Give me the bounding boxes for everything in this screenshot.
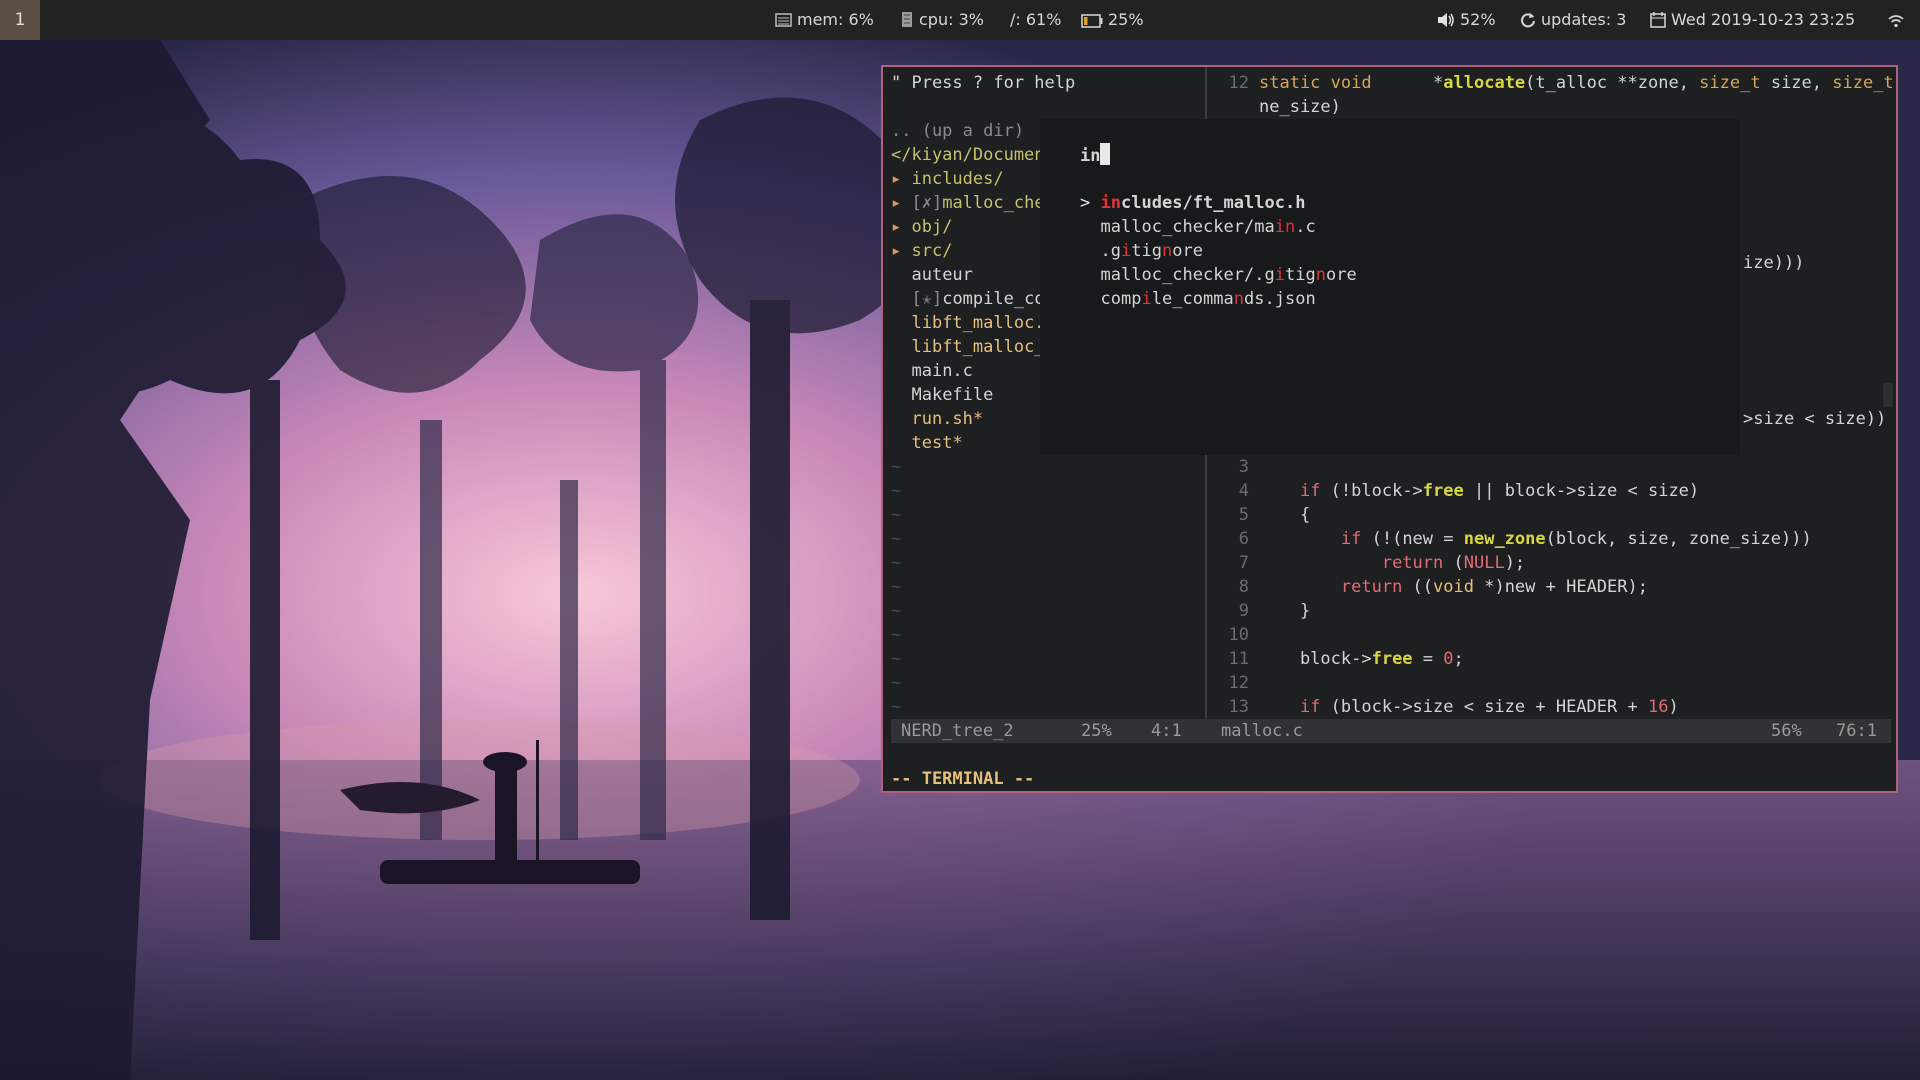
code-line-12: 12 [1228,673,1249,693]
cpu-indicator: cpu: 3% [900,0,984,40]
status-tree-percent: 25% [1081,721,1112,741]
text-cursor [1100,143,1111,165]
fzf-result-item[interactable]: compile_commands.json [1080,287,1315,311]
memory-label: mem: 6% [797,10,874,29]
cpu-label: cpu: 3% [919,10,984,29]
empty-line-marker: ~ [891,457,902,477]
refresh-icon [1521,13,1535,28]
memory-indicator: mem: 6% [775,0,874,40]
disk-indicator: /: 61% [1010,0,1061,40]
updates-indicator[interactable]: updates: 3 [1520,0,1626,40]
calendar-icon [1650,12,1666,28]
empty-line-marker: ~ [891,553,902,573]
code-line-12: 12 static void *allocate(t_alloc **zone, … [1228,73,1893,93]
volume-icon [1438,13,1454,27]
volume-label: 52% [1460,10,1496,29]
battery-label: 25% [1108,10,1144,29]
fzf-result-item[interactable]: .gitignore [1080,239,1203,263]
fzf-result-item[interactable]: malloc_checker/main.c [1080,215,1315,239]
status-tree-position: 4:1 [1151,721,1182,741]
code-line-11: 11 block->free = 0; [1228,649,1464,669]
code-line-13: 13 if (block->size < size + HEADER + 16) [1228,697,1679,717]
mode-indicator: -- TERMINAL -- [891,769,1035,789]
code-line-10: 10 [1228,625,1249,645]
updates-label: updates: 3 [1541,10,1627,29]
wifi-indicator[interactable] [1888,0,1909,40]
workspace-button[interactable]: 1 [0,0,40,40]
cpu-icon [902,12,912,27]
status-bar: 1 mem: 6% cpu: 3% /: 61% 25% 52% updates… [0,0,1920,40]
clock[interactable]: Wed 2019-10-23 23:25 [1650,0,1855,40]
empty-line-marker: ~ [891,625,902,645]
empty-line-marker: ~ [891,673,902,693]
cursor-line-highlight [1883,383,1893,407]
tree-help-text: " Press ? for help [891,73,1076,93]
empty-line-marker: ~ [891,697,902,717]
terminal-window[interactable]: " Press ? for help .. (up a dir) </kiyan… [881,65,1898,793]
code-line-9: 9 } [1238,601,1311,621]
empty-line-marker: ~ [891,481,902,501]
empty-line-marker: ~ [891,649,902,669]
code-line-12-wrap: ne_size) [1259,97,1341,117]
status-file-name: malloc.c [1221,721,1303,741]
empty-line-marker: ~ [891,505,902,525]
code-line-5: 5 { [1238,505,1311,525]
battery-indicator: 25% [1081,0,1144,40]
fzf-result-item[interactable]: malloc_checker/.gitignore [1080,263,1356,287]
datetime-label: Wed 2019-10-23 23:25 [1671,10,1856,29]
fzf-prompt[interactable]: in [1080,143,1111,167]
code-fragment-b: >size < size)) [1743,409,1887,429]
code-line-7: 7 return (NULL); [1238,553,1526,573]
code-line-8: 8 return ((void *)new + HEADER); [1238,577,1648,597]
volume-indicator[interactable]: 52% [1437,0,1496,40]
empty-line-marker: ~ [891,601,902,621]
fzf-popup[interactable]: in > includes/ft_malloc.h malloc_checker… [1040,119,1740,455]
code-line-3: 3 [1238,457,1249,477]
status-file-percent: 56% [1771,721,1802,741]
status-tree-name: NERD_tree_2 [901,721,1014,741]
code-fragment-a: ize))) [1743,253,1805,273]
disk-label: /: 61% [1010,10,1062,29]
wifi-icon [1888,15,1904,28]
battery-icon [1081,14,1103,28]
code-line-4: 4 if (!block->free || block->size < size… [1238,481,1700,501]
status-file-position: 76:1 [1836,721,1877,741]
empty-line-marker: ~ [891,577,902,597]
code-line-6: 6 if (!(new = new_zone(block, size, zone… [1238,529,1812,549]
fzf-result-item[interactable]: > includes/ft_malloc.h [1080,191,1305,215]
vim-statusline: NERD_tree_2 25% 4:1 malloc.c 56% 76:1 [891,719,1891,743]
fzf-query[interactable]: in [1080,146,1100,166]
memory-icon [775,13,792,27]
empty-line-marker: ~ [891,529,902,549]
